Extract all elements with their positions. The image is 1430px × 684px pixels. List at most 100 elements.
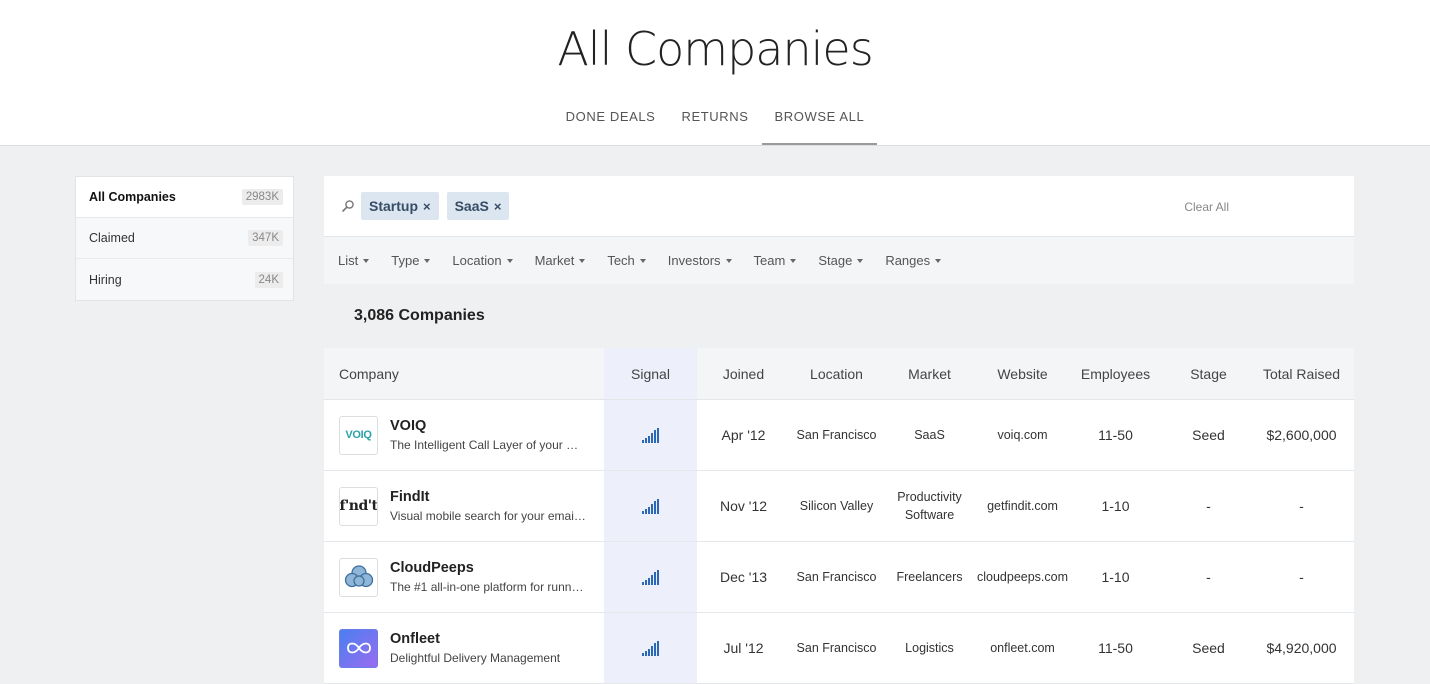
column-header-market[interactable]: Market — [883, 366, 976, 382]
filter-dropdown-row: List Type Location Market Tech Investors… — [324, 237, 1354, 284]
company-name[interactable]: Onfleet — [390, 631, 586, 647]
findit-logo-text: f'nd't — [339, 498, 378, 514]
website-link[interactable]: getfindit.com — [976, 471, 1069, 541]
sidebar-item-claimed[interactable]: Claimed 347K — [76, 218, 293, 259]
company-logo[interactable] — [339, 628, 378, 668]
stage-cell: - — [1206, 498, 1211, 514]
filter-label: Tech — [607, 253, 635, 268]
filter-label: Type — [391, 253, 420, 268]
table-row[interactable]: Onfleet Delightful Delivery Management J… — [324, 613, 1354, 684]
signal-cell — [604, 613, 697, 683]
table-row[interactable]: f'nd't FindIt Visual mobile search for y… — [324, 471, 1354, 542]
chip-remove-icon[interactable]: × — [494, 199, 502, 214]
location-cell[interactable]: San Francisco — [790, 613, 883, 683]
filter-label: Location — [452, 253, 502, 268]
voiq-logo-text: VOIQ — [345, 429, 372, 441]
caret-down-icon — [935, 258, 942, 263]
sidebar-item-count: 2983K — [241, 189, 283, 205]
website-link[interactable]: onfleet.com — [976, 613, 1069, 683]
stage-cell: Seed — [1192, 640, 1225, 656]
market-cell[interactable]: SaaS — [883, 400, 976, 470]
column-header-employees[interactable]: Employees — [1069, 366, 1162, 382]
company-name[interactable]: VOIQ — [390, 418, 586, 434]
filter-team-dropdown[interactable]: Team — [754, 253, 797, 268]
company-logo[interactable]: VOIQ — [339, 415, 378, 455]
column-header-joined[interactable]: Joined — [697, 366, 790, 382]
filter-list-dropdown[interactable]: List — [338, 253, 370, 268]
filter-ranges-dropdown[interactable]: Ranges — [885, 253, 942, 268]
tab-bar: DONE DEALS RETURNS BROWSE ALL — [0, 100, 1430, 145]
filter-investors-dropdown[interactable]: Investors — [668, 253, 732, 268]
sidebar-item-label: Claimed — [89, 231, 135, 245]
filter-stage-dropdown[interactable]: Stage — [818, 253, 864, 268]
column-header-signal[interactable]: Signal — [604, 348, 697, 399]
clear-all-button[interactable]: Clear All — [1184, 200, 1229, 214]
filter-label: Market — [534, 253, 575, 268]
website-link[interactable]: voiq.com — [976, 400, 1069, 470]
signal-bars-icon — [642, 427, 659, 443]
filter-label: Team — [753, 253, 786, 268]
total-raised-cell: - — [1299, 498, 1304, 514]
market-cell[interactable]: Logistics — [883, 613, 976, 683]
location-cell[interactable]: Silicon Valley — [790, 471, 883, 541]
tab-returns[interactable]: RETURNS — [668, 100, 761, 145]
caret-down-icon — [424, 258, 431, 263]
sidebar-item-label: All Companies — [89, 190, 176, 204]
signal-cell — [604, 471, 697, 541]
sidebar-item-label: Hiring — [89, 272, 122, 287]
caret-down-icon — [857, 258, 864, 263]
tab-done-deals[interactable]: DONE DEALS — [553, 100, 669, 145]
filter-market-dropdown[interactable]: Market — [535, 253, 586, 268]
total-raised-cell: $2,600,000 — [1266, 427, 1337, 443]
sidebar: All Companies 2983K Claimed 347K Hiring … — [75, 176, 294, 301]
table-row[interactable]: VOIQ VOIQ The Intelligent Call Layer of … — [324, 400, 1354, 471]
company-name[interactable]: CloudPeeps — [390, 560, 586, 576]
filter-chip-startup[interactable]: Startup × — [361, 192, 439, 220]
filter-label: Investors — [667, 253, 721, 268]
company-logo[interactable]: f'nd't — [339, 486, 378, 526]
column-header-company[interactable]: Company — [324, 348, 604, 399]
signal-bars-icon — [642, 569, 659, 585]
sidebar-item-all-companies[interactable]: All Companies 2983K — [76, 177, 293, 218]
results-count: 3,086 Companies — [354, 307, 485, 324]
filter-chip-saas[interactable]: SaaS × — [446, 192, 510, 220]
table-row[interactable]: CloudPeeps The #1 all-in-one platform fo… — [324, 542, 1354, 613]
website-link[interactable]: cloudpeeps.com — [976, 542, 1069, 612]
chip-remove-icon[interactable]: × — [423, 199, 431, 214]
company-cell: f'nd't FindIt Visual mobile search for y… — [324, 471, 604, 541]
market-cell[interactable]: Productivity Software — [883, 471, 976, 541]
sidebar-item-hiring[interactable]: Hiring 24K — [76, 259, 293, 300]
employees-cell: 1-10 — [1101, 569, 1130, 585]
company-cell: CloudPeeps The #1 all-in-one platform fo… — [324, 542, 604, 612]
column-header-total-raised[interactable]: Total Raised — [1255, 366, 1348, 382]
caret-down-icon — [363, 258, 370, 263]
column-header-location[interactable]: Location — [790, 366, 883, 382]
chip-label: SaaS — [454, 198, 489, 214]
market-cell[interactable]: Freelancers — [883, 542, 976, 612]
companies-table: Company Signal Joined Location Market We… — [324, 348, 1354, 684]
employees-cell: 1-10 — [1101, 498, 1130, 514]
tab-browse-all[interactable]: BROWSE ALL — [761, 100, 878, 145]
chip-label: Startup — [369, 198, 418, 214]
joined-cell: Apr '12 — [721, 427, 766, 443]
company-name[interactable]: FindIt — [390, 489, 586, 505]
total-raised-cell: $4,920,000 — [1266, 640, 1337, 656]
employees-cell: 11-50 — [1098, 640, 1133, 656]
column-header-stage[interactable]: Stage — [1162, 366, 1255, 382]
caret-down-icon — [790, 258, 797, 263]
column-header-website[interactable]: Website — [976, 366, 1069, 382]
filter-location-dropdown[interactable]: Location — [452, 253, 513, 268]
filter-tech-dropdown[interactable]: Tech — [607, 253, 646, 268]
company-cell: VOIQ VOIQ The Intelligent Call Layer of … — [324, 400, 604, 470]
location-cell[interactable]: San Francisco — [790, 400, 883, 470]
caret-down-icon — [639, 258, 646, 263]
company-description: The Intelligent Call Layer of your Sal..… — [390, 438, 586, 452]
search-bar[interactable]: Startup × SaaS × Clear All — [324, 176, 1354, 237]
filter-panel: Startup × SaaS × Clear All List Type Loc… — [324, 176, 1354, 284]
sidebar-item-count: 347K — [248, 230, 283, 246]
page-header: All Companies DONE DEALS RETURNS BROWSE … — [0, 0, 1430, 146]
company-logo[interactable] — [339, 557, 378, 597]
location-cell[interactable]: San Francisco — [790, 542, 883, 612]
cloud-logo-icon — [344, 565, 373, 588]
filter-type-dropdown[interactable]: Type — [391, 253, 431, 268]
